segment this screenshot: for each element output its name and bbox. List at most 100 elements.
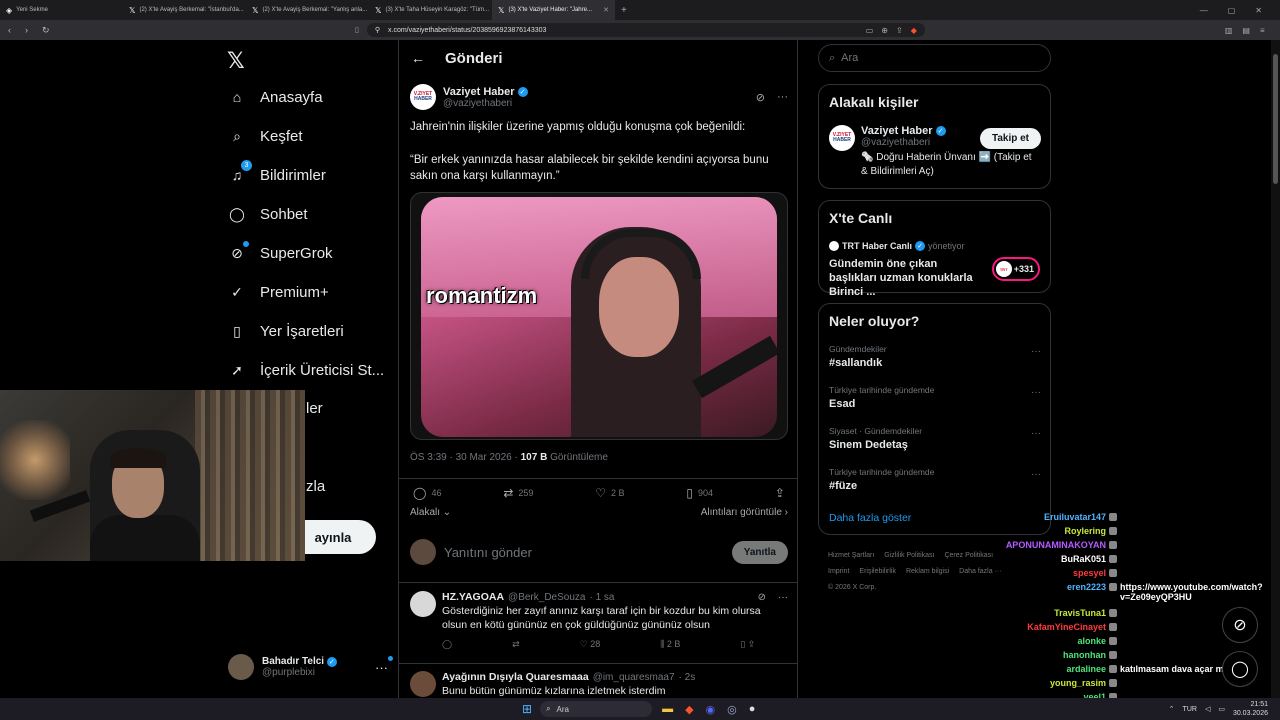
author-handle[interactable]: @vaziyethaberi <box>443 98 528 109</box>
browser-tab[interactable]: 𝕏 (2) X'te Avayiş Berkemal: "İstanbul'da.… <box>123 0 246 20</box>
grok-icon[interactable]: ⊘ <box>758 592 766 603</box>
clock[interactable]: 21:51 30.03.2026 <box>1233 700 1268 718</box>
folder-icon[interactable]: ▬ <box>662 703 673 716</box>
reply-author[interactable]: Ayağının Dışıyla Quaresmaaa <box>442 671 589 683</box>
reload-icon[interactable]: ↻ <box>42 25 50 36</box>
footer-link[interactable]: Gizlilik Politikası <box>884 552 934 559</box>
live-title[interactable]: Gündemin öne çıkan başlıkları uzman konu… <box>829 257 979 299</box>
new-tab-button[interactable]: + <box>615 5 633 16</box>
nav-item-bookmarks[interactable]: ▯ Yer İşaretleri <box>228 322 344 340</box>
cast-icon[interactable]: ▭ <box>866 26 874 35</box>
avatar[interactable]: V.ZIYET HABER <box>829 125 855 151</box>
footer-link[interactable]: Imprint <box>828 568 849 575</box>
footer-link[interactable]: Çerez Politikası <box>944 552 993 559</box>
retweet-icon[interactable]: ⇄ <box>512 639 520 650</box>
grok-icon[interactable]: ⊘ <box>756 91 765 104</box>
discord-icon[interactable]: ◉ <box>706 703 716 716</box>
maximize-icon[interactable]: ▢ <box>1228 6 1236 15</box>
brave-icon[interactable]: ◆ <box>685 703 693 716</box>
footer-link[interactable]: Erişilebilirlik <box>859 568 896 575</box>
nav-item-chat[interactable]: ◯ Sohbet <box>228 205 307 223</box>
x-logo[interactable]: 𝕏 <box>227 48 245 74</box>
back-icon[interactable]: ‹ <box>8 25 11 36</box>
scrollbar[interactable] <box>1271 40 1280 700</box>
zoom-icon[interactable]: ⊕ <box>881 26 888 35</box>
nav-item-creator-studio[interactable]: ➚ İçerik Üreticisi St... <box>228 361 384 379</box>
scrollbar-thumb[interactable] <box>1273 54 1278 184</box>
avatar[interactable] <box>410 591 436 617</box>
nav-item-partial[interactable]: ler <box>306 400 323 417</box>
forward-icon[interactable]: › <box>25 25 28 36</box>
steam-icon[interactable]: ◎ <box>727 703 737 716</box>
tray-arrow-icon[interactable]: ⌃ <box>1169 705 1175 713</box>
nav-item-explore[interactable]: ⌕ Keşfet <box>228 127 302 145</box>
more-icon[interactable]: ··· <box>1031 387 1041 398</box>
site-info-icon[interactable]: ⚲ <box>375 26 380 34</box>
more-icon[interactable]: ··· <box>778 592 788 603</box>
minimize-icon[interactable]: — <box>1200 6 1208 15</box>
close-window-icon[interactable]: ✕ <box>1255 6 1262 15</box>
browser-tab-active[interactable]: 𝕏 (3) X'te Vaziyet Haber: "Jahre... ✕ <box>492 0 615 20</box>
footer-link[interactable]: Daha fazla ··· <box>959 568 1001 575</box>
reply-author[interactable]: HZ.YAGOAA <box>442 591 504 603</box>
reply-input[interactable]: Yanıtını gönder <box>444 545 532 560</box>
tweet-video[interactable]: romantizm <box>410 192 788 440</box>
search-input[interactable]: ⌕ Ara <box>818 44 1051 72</box>
network-icon[interactable]: ▭ <box>1218 705 1225 713</box>
show-more-link[interactable]: Daha fazla göster <box>829 512 911 524</box>
nav-item-home[interactable]: ⌂ Anasayfa <box>228 88 323 106</box>
language-indicator[interactable]: TUR <box>1183 706 1197 713</box>
bookmark-button[interactable]: ▯ 904 <box>686 486 713 500</box>
trend-item[interactable]: Türkiye tarihinde gündemde #füze ··· <box>829 467 1041 492</box>
reply-icon[interactable]: ◯ <box>442 639 452 650</box>
reply-button[interactable]: ◯ 46 <box>413 486 441 500</box>
author-name[interactable]: Vaziyet Haber <box>443 86 515 98</box>
nav-item-premium[interactable]: ✓ Premium+ <box>228 283 329 301</box>
footer-link[interactable]: Hizmet Şartları <box>828 552 874 559</box>
like-button[interactable]: ♡ 28 <box>580 639 601 650</box>
account-switcher[interactable]: Bahadır Telci ✓ @purplebixi ··· <box>228 650 393 684</box>
bookmark-icon[interactable]: ▯ <box>355 26 359 34</box>
more-icon[interactable]: ··· <box>375 655 393 675</box>
browser-tab[interactable]: 𝕏 (2) X'te Avayiş Berkemal: "Yanlış anla.… <box>246 0 369 20</box>
windows-start-icon[interactable]: ⊞ <box>522 702 532 716</box>
sort-dropdown[interactable]: Alakalı ⌄ <box>410 507 451 518</box>
url-field[interactable]: ⚲ x.com/vaziyethaberi/status/20385969238… <box>366 23 925 37</box>
nav-item-partial-2[interactable]: zla <box>306 478 325 495</box>
nav-item-supergrok[interactable]: ⊘ SuperGrok <box>228 241 333 262</box>
sidebar-icon[interactable]: ▥ <box>1225 26 1233 35</box>
share-icon[interactable]: ⇪ <box>896 26 903 35</box>
nav-item-notifications[interactable]: ♫ 3 Bildirimler <box>228 160 326 184</box>
trend-item[interactable]: Gündemdekiler #sallandık ··· <box>829 344 1041 369</box>
back-arrow-icon[interactable]: ← <box>411 50 425 66</box>
browser-tab[interactable]: 𝕏(3) X'te Taha Hüseyin Karagöz: "Tüm...✕ <box>369 0 492 20</box>
avatar[interactable] <box>410 671 436 697</box>
obs-icon[interactable]: ● <box>749 703 756 716</box>
footer-link[interactable]: Reklam bilgisi <box>906 568 949 575</box>
author-avatar[interactable]: V.ZIYET HABER <box>410 84 436 110</box>
views-icon[interactable]: ⫼ 2 B <box>660 639 680 650</box>
speaker-icon[interactable]: ◁ <box>1205 705 1210 713</box>
bookmark-icon[interactable]: ▯ ⇪ <box>740 639 755 650</box>
trend-item[interactable]: Siyaset · Gündemdekiler Sinem Dedetaş ··· <box>829 426 1041 451</box>
view-quotes-link[interactable]: Alıntıları görüntüle › <box>701 507 788 518</box>
wallet-icon[interactable]: ▤ <box>1242 26 1250 35</box>
reply-submit-button[interactable]: Yanıtla <box>731 540 788 564</box>
related-name[interactable]: Vaziyet Haber <box>861 125 933 137</box>
taskbar-search[interactable]: ⌕ Ara <box>540 701 653 717</box>
follow-button[interactable]: Takip et <box>979 128 1041 149</box>
more-icon[interactable]: ··· <box>1031 346 1041 357</box>
brave-shield-icon[interactable]: ◆ <box>911 26 917 35</box>
close-icon[interactable]: ✕ <box>603 6 609 14</box>
trend-item[interactable]: Türkiye tarihinde gündemde Esad ··· <box>829 385 1041 410</box>
live-listeners-badge[interactable]: TRT +331 <box>991 257 1040 281</box>
more-icon[interactable]: ··· <box>1031 469 1041 480</box>
grok-fab-button[interactable]: ⊘ <box>1222 607 1258 643</box>
messages-fab-button[interactable]: ◯ <box>1222 651 1258 687</box>
retweet-button[interactable]: ⇄ 259 <box>503 486 533 500</box>
like-button[interactable]: ♡ 2 B <box>595 486 624 500</box>
menu-icon[interactable]: ≡ <box>1260 26 1265 35</box>
more-icon[interactable]: ··· <box>777 91 788 104</box>
share-button[interactable]: ⇪ <box>775 486 785 500</box>
more-icon[interactable]: ··· <box>1031 428 1041 439</box>
